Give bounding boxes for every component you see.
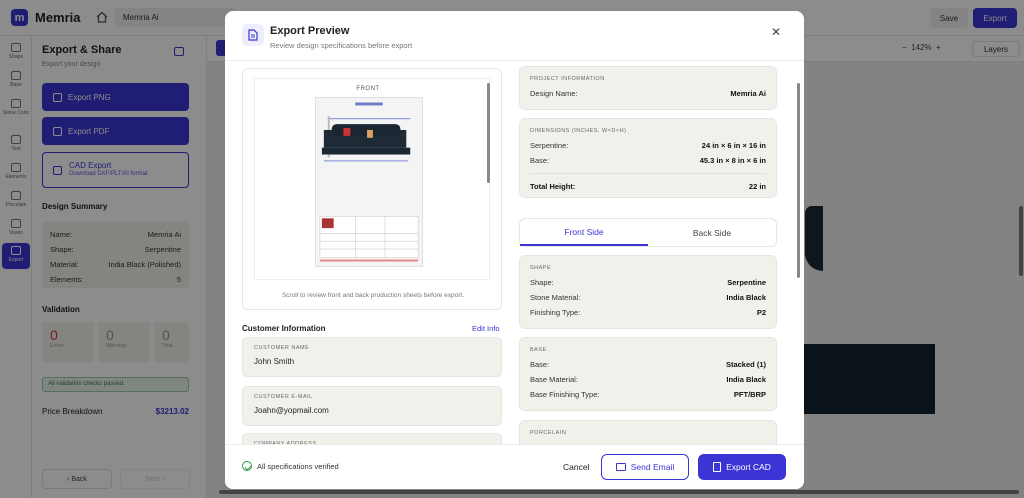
- customer-name-field[interactable]: CUSTOMER NAME John Smith: [242, 337, 502, 377]
- close-icon[interactable]: ✕: [770, 26, 782, 38]
- modal-header: Export Preview Review design specificati…: [225, 11, 804, 61]
- mail-icon: [615, 463, 626, 471]
- modal-title: Export Preview: [270, 25, 350, 37]
- side-tabs: Front Side Back Side: [519, 218, 777, 247]
- shape-specs: SHAPE Shape: Serpentine Stone Material: In…: [519, 255, 777, 329]
- customer-info-heading: Customer Information: [242, 324, 326, 333]
- tab-front-side[interactable]: Front Side: [520, 219, 648, 246]
- specifications-panel: PROJECT INFORMATION Design Name: Memria A…: [519, 66, 777, 460]
- document-icon: [713, 462, 722, 472]
- spec-row: Shape: Serpentine: [530, 278, 766, 287]
- check-circle-icon: [242, 461, 252, 471]
- export-preview-modal: Export Preview Review design specificati…: [225, 11, 804, 489]
- spec-row: Serpentine: 24 in × 6 in × 16 in: [530, 141, 766, 150]
- export-cad-button[interactable]: Export CAD: [698, 454, 786, 480]
- sheet-preview[interactable]: FRONT: [254, 78, 490, 280]
- spec-row: Finishing Type: P2: [530, 308, 766, 317]
- modal-footer: All specifications verified Cancel Send …: [225, 444, 804, 489]
- verified-status: All specifications verified: [242, 461, 339, 471]
- preview-side-label: FRONT: [356, 86, 380, 92]
- cancel-button[interactable]: Cancel: [563, 462, 589, 472]
- send-email-button[interactable]: Send Email: [601, 454, 689, 480]
- document-icon: [242, 24, 264, 46]
- spec-row: Base: Stacked (1): [530, 360, 766, 369]
- base-specs: BASE Base: Stacked (1) Base Material: Indi…: [519, 337, 777, 411]
- spec-row: Base Material: India Black: [530, 375, 766, 384]
- spec-row: Total Height: 22 in: [530, 182, 766, 191]
- project-information: PROJECT INFORMATION Design Name: Memria A…: [519, 66, 777, 110]
- spec-row: Stone Material: India Black: [530, 293, 766, 302]
- edit-info-link[interactable]: Edit Info: [472, 324, 500, 333]
- spec-row: Base Finishing Type: PFT/BRP: [530, 390, 766, 399]
- modal-subtitle: Review design specifications before expo…: [270, 41, 413, 50]
- production-sheet-thumbnail: [315, 97, 423, 267]
- specs-scrollbar[interactable]: [797, 83, 800, 278]
- spec-row: Design Name: Memria Ai: [530, 89, 766, 98]
- spec-row: Base: 45.3 in × 8 in × 6 in: [530, 156, 766, 165]
- tab-back-side[interactable]: Back Side: [648, 219, 776, 246]
- preview-scrollbar[interactable]: [487, 83, 490, 183]
- dimensions: DIMENSIONS (INCHES, W×D×H) Serpentine: 24…: [519, 118, 777, 198]
- customer-email-field[interactable]: CUSTOMER E-MAIL Joahn@yopmail.com: [242, 386, 502, 426]
- preview-caption: Scroll to review front and back producti…: [281, 292, 465, 299]
- sheet-preview-card: FRONT Scroll to review front and back pr…: [242, 68, 502, 310]
